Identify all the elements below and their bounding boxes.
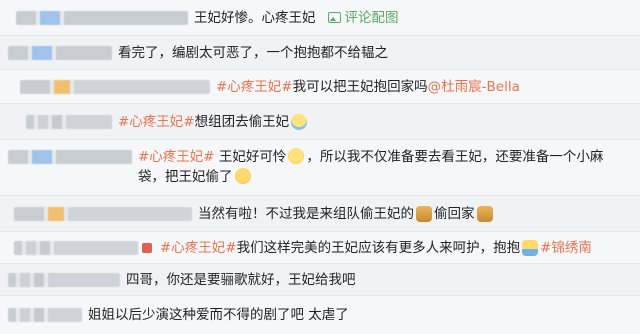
worried-emoji-icon [288, 148, 305, 164]
blurred-username[interactable] [8, 150, 132, 164]
comment-text-continued: 袋，把王妃偷了 [138, 169, 233, 185]
blurred-username[interactable] [26, 114, 112, 129]
blurred-username[interactable] [16, 10, 188, 25]
smirk-emoji-icon [234, 168, 251, 184]
comment-text: 当然有啦！不过我是来组队偷王妃的 [198, 205, 414, 222]
blurred-username[interactable] [14, 206, 192, 221]
blurred-username[interactable] [8, 272, 120, 287]
comment-item: #心疼王妃# 王妃好可怜 ，所以我不仅准备要去看王妃，还要准备一个小麻袋，把王妃偷… [0, 140, 640, 196]
comment-text: 我们这样完美的王妃应该有更多人来呵护，抱抱 [236, 239, 521, 256]
picture-icon [327, 11, 341, 23]
hug-emoji-icon [522, 239, 539, 256]
comment-item: 姐姐以后少演这种爱而不得的剧了吧 太虐了 [0, 296, 640, 334]
comment-item: #心疼王妃# 想组团去偷王妃 [0, 104, 640, 140]
cry-emoji-icon [291, 113, 308, 130]
comment-item: 王妃好惨。心疼王妃 评论配图 [0, 0, 640, 36]
comment-item: 看完了，编剧太可恶了，一个抱抱都不给韫之 [0, 36, 640, 70]
blurred-username[interactable] [14, 240, 138, 255]
comment-text: 我可以把王妃抱回家吗 [292, 78, 428, 95]
blurred-username[interactable] [8, 308, 82, 322]
comment-item: 四哥，你还是要骊歌就好，王妃给我吧 [0, 264, 640, 296]
comment-picture-link[interactable]: 评论配图 [327, 8, 399, 28]
comment-item: #心疼王妃# 我们这样完美的王妃应该有更多人来呵护，抱抱 #锦绣南 [0, 232, 640, 264]
comment-text: 想组团去偷王妃 [194, 113, 290, 130]
comment-text: 王妃好惨。心疼王妃 [194, 9, 316, 26]
topic-tag[interactable]: #心疼王妃# [216, 77, 293, 97]
comment-text-continued: 偷回家 [434, 205, 475, 222]
blurred-username[interactable] [20, 79, 210, 94]
topic-tag[interactable]: #心疼王妃# [138, 149, 215, 165]
topic-tag[interactable]: #心疼王妃# [160, 238, 237, 258]
doge-emoji-icon [476, 205, 493, 222]
user-badge-icon [142, 242, 152, 253]
blurred-username[interactable] [8, 45, 112, 60]
comment-text: 姐姐以后少演这种爱而不得的剧了吧 太虐了 [88, 307, 349, 323]
comment-item: 当然有啦！不过我是来组队偷王妃的 偷回家 [0, 196, 640, 232]
comment-text: 四哥，你还是要骊歌就好，王妃给我吧 [126, 271, 356, 288]
comment-text-continued: ，所以我不仅准备要去看王妃，还要准备一个小麻 [306, 149, 604, 165]
doge-emoji-icon [416, 205, 432, 222]
comment-list: 王妃好惨。心疼王妃 评论配图 看完了，编剧太可恶了，一个抱抱都不给韫之 #心疼王… [0, 0, 640, 334]
mention-link[interactable]: @杜雨宸-Bella [428, 77, 520, 97]
comment-text: 王妃好可怜 [214, 149, 287, 165]
comment-text: 看完了，编剧太可恶了，一个抱抱都不给韫之 [118, 44, 388, 61]
topic-tag[interactable]: #心疼王妃# [118, 112, 195, 132]
topic-tag[interactable]: #锦绣南 [540, 238, 592, 258]
comment-item: #心疼王妃# 我可以把王妃抱回家吗 @杜雨宸-Bella [0, 70, 640, 104]
